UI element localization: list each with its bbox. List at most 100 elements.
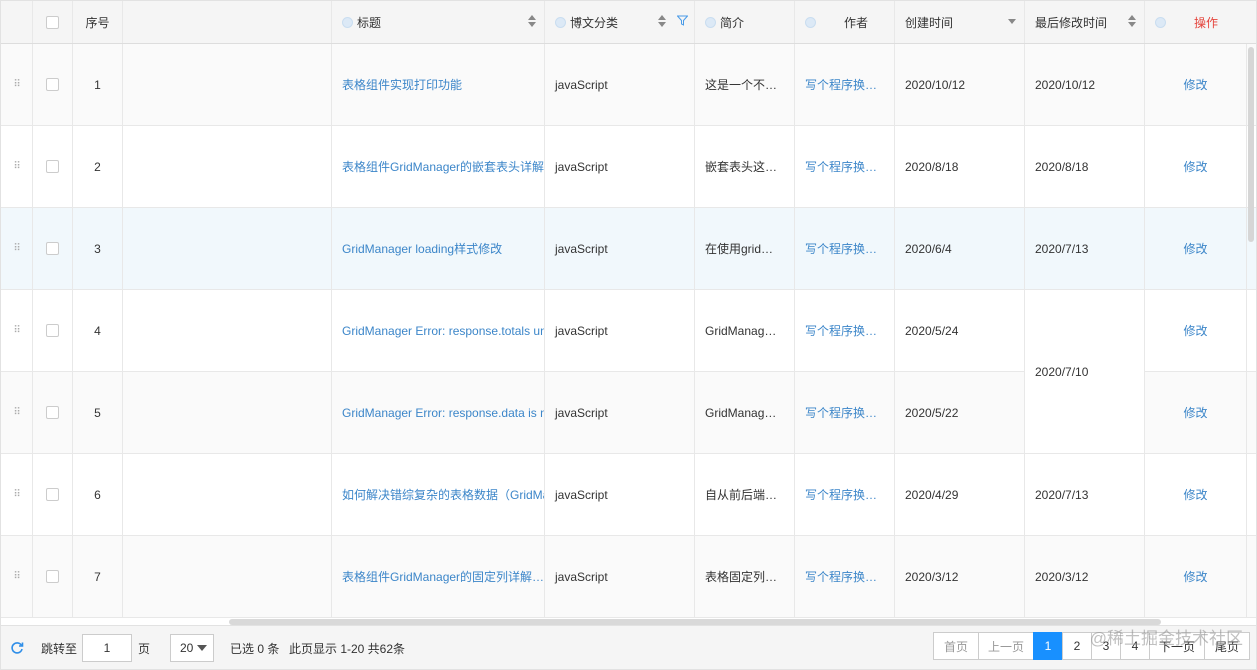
select-all-cell[interactable]	[33, 1, 73, 43]
sort-icon[interactable]	[1128, 15, 1136, 29]
drag-handle[interactable]: ⠿	[1, 208, 33, 289]
remind-dot-icon[interactable]	[555, 16, 566, 28]
horizontal-scrollbar[interactable]	[229, 619, 1161, 625]
cell-author: 写个程序换个饼…	[795, 290, 895, 371]
created-value: 2020/4/29	[905, 487, 959, 502]
prev-page-button[interactable]: 上一页	[978, 632, 1034, 660]
header-category[interactable]: 博文分类	[545, 1, 695, 43]
next-page-button[interactable]: 下一页	[1149, 632, 1205, 660]
title-link[interactable]: 表格组件实现打印功能	[342, 76, 462, 93]
title-link[interactable]: GridManager Error: response.totals undef…	[342, 324, 544, 338]
author-link[interactable]: 写个程序换个饼…	[805, 568, 884, 585]
title-link[interactable]: 如何解决错综复杂的表格数据（GridManager）	[342, 486, 544, 503]
row-checkbox[interactable]	[46, 570, 59, 583]
row-checkbox[interactable]	[46, 406, 59, 419]
sort-icon[interactable]	[1008, 17, 1016, 31]
page-button-4[interactable]: 4	[1120, 632, 1150, 660]
row-select-cell[interactable]	[33, 44, 73, 125]
cell-created: 2020/3/12	[895, 536, 1025, 617]
edit-link[interactable]: 修改	[1183, 322, 1207, 339]
remind-dot-icon[interactable]	[805, 16, 816, 28]
header-created[interactable]: 创建时间	[895, 1, 1025, 43]
vertical-scrollbar[interactable]	[1248, 47, 1254, 242]
drag-handle[interactable]: ⠿	[1, 126, 33, 207]
drag-handle-icon[interactable]: ⠿	[13, 407, 20, 418]
title-link[interactable]: 表格组件GridManager的固定列详解…	[342, 568, 544, 585]
row-select-cell[interactable]	[33, 126, 73, 207]
table-row[interactable]: ⠿ 6 如何解决错综复杂的表格数据（GridManager） javaScript 自从…	[1, 454, 1256, 536]
author-link[interactable]: 写个程序换个饼…	[805, 322, 884, 339]
header-action: 操作	[1145, 1, 1256, 43]
last-page-button[interactable]: 尾页	[1204, 632, 1250, 660]
author-link[interactable]: 写个程序换个饼…	[805, 486, 884, 503]
drag-handle-icon[interactable]: ⠿	[13, 571, 20, 582]
edit-link[interactable]: 修改	[1183, 158, 1207, 175]
drag-handle-icon[interactable]: ⠿	[13, 243, 20, 254]
title-link[interactable]: GridManager loading样式修改	[342, 240, 502, 257]
drag-col-header	[1, 1, 33, 43]
row-select-cell[interactable]	[33, 372, 73, 453]
modified-value: 2020/7/13	[1035, 241, 1089, 256]
filter-icon[interactable]	[677, 15, 688, 26]
page-size-select[interactable]: 20	[170, 634, 214, 662]
drag-handle[interactable]: ⠿	[1, 454, 33, 535]
page-button-1[interactable]: 1	[1033, 632, 1063, 660]
edit-link[interactable]: 修改	[1183, 240, 1207, 257]
drag-handle[interactable]: ⠿	[1, 290, 33, 371]
table-row[interactable]: ⠿ 7 表格组件GridManager的固定列详解… javaScript 表格固定列……	[1, 536, 1256, 618]
row-select-cell[interactable]	[33, 454, 73, 535]
row-checkbox[interactable]	[46, 160, 59, 173]
page-button-3[interactable]: 3	[1091, 632, 1121, 660]
select-all-checkbox[interactable]	[46, 15, 59, 29]
page-unit-label: 页	[138, 641, 151, 656]
drag-handle-icon[interactable]: ⠿	[13, 79, 20, 90]
cell-order: 2	[73, 126, 123, 207]
drag-handle-icon[interactable]: ⠿	[13, 161, 20, 172]
edit-link[interactable]: 修改	[1183, 568, 1207, 585]
drag-handle[interactable]: ⠿	[1, 372, 33, 453]
row-checkbox[interactable]	[46, 242, 59, 255]
cell-category: javaScript	[545, 290, 695, 371]
row-select-cell[interactable]	[33, 290, 73, 371]
category-value: javaScript	[555, 241, 608, 256]
drag-handle[interactable]: ⠿	[1, 44, 33, 125]
edit-link[interactable]: 修改	[1183, 76, 1207, 93]
row-select-cell[interactable]	[33, 536, 73, 617]
drag-handle[interactable]: ⠿	[1, 536, 33, 617]
row-checkbox[interactable]	[46, 488, 59, 501]
sort-icon[interactable]	[528, 15, 536, 29]
remind-dot-icon[interactable]	[342, 16, 353, 28]
sort-icon[interactable]	[658, 15, 666, 29]
jump-page-input[interactable]: 1	[82, 634, 132, 662]
table-row[interactable]: ⠿ 3 GridManager loading样式修改 javaScript 在使用gr…	[1, 208, 1256, 290]
first-page-button[interactable]: 首页	[933, 632, 979, 660]
header-modified[interactable]: 最后修改时间	[1025, 1, 1145, 43]
cell-action: 修改	[1145, 44, 1247, 125]
header-title[interactable]: 标题	[332, 1, 545, 43]
edit-link[interactable]: 修改	[1183, 486, 1207, 503]
row-select-cell[interactable]	[33, 208, 73, 289]
remind-dot-icon[interactable]	[1155, 16, 1166, 28]
edit-link[interactable]: 修改	[1183, 404, 1207, 421]
row-checkbox[interactable]	[46, 78, 59, 91]
cell-modified: 2020/7/13	[1025, 208, 1145, 289]
author-link[interactable]: 写个程序换个饼…	[805, 158, 884, 175]
cell-modified: 2020/8/18	[1025, 126, 1145, 207]
modified-value: 2020/10/12	[1035, 77, 1096, 92]
drag-handle-icon[interactable]: ⠿	[13, 325, 20, 336]
author-link[interactable]: 写个程序换个饼…	[805, 240, 884, 257]
author-link[interactable]: 写个程序换个饼…	[805, 404, 884, 421]
table-row[interactable]: ⠿ 2 表格组件GridManager的嵌套表头详解 javaScript 嵌套表头这……	[1, 126, 1256, 208]
table-row[interactable]: ⠿ 1 表格组件实现打印功能 javaScript 这是一个不… 写个程序换个饼… 2020…	[1, 44, 1256, 126]
author-link[interactable]: 写个程序换个饼…	[805, 76, 884, 93]
title-link[interactable]: GridManager Error: response.data is not …	[342, 406, 544, 420]
drag-handle-icon[interactable]: ⠿	[13, 489, 20, 500]
row-checkbox[interactable]	[46, 324, 59, 337]
title-link[interactable]: 表格组件GridManager的嵌套表头详解	[342, 158, 544, 175]
refresh-button[interactable]	[10, 626, 24, 670]
cell-created: 2020/4/29	[895, 454, 1025, 535]
remind-dot-icon[interactable]	[705, 16, 716, 28]
intro-value: GridManag…	[705, 405, 777, 420]
refresh-icon[interactable]	[10, 641, 24, 655]
page-button-2[interactable]: 2	[1062, 632, 1092, 660]
